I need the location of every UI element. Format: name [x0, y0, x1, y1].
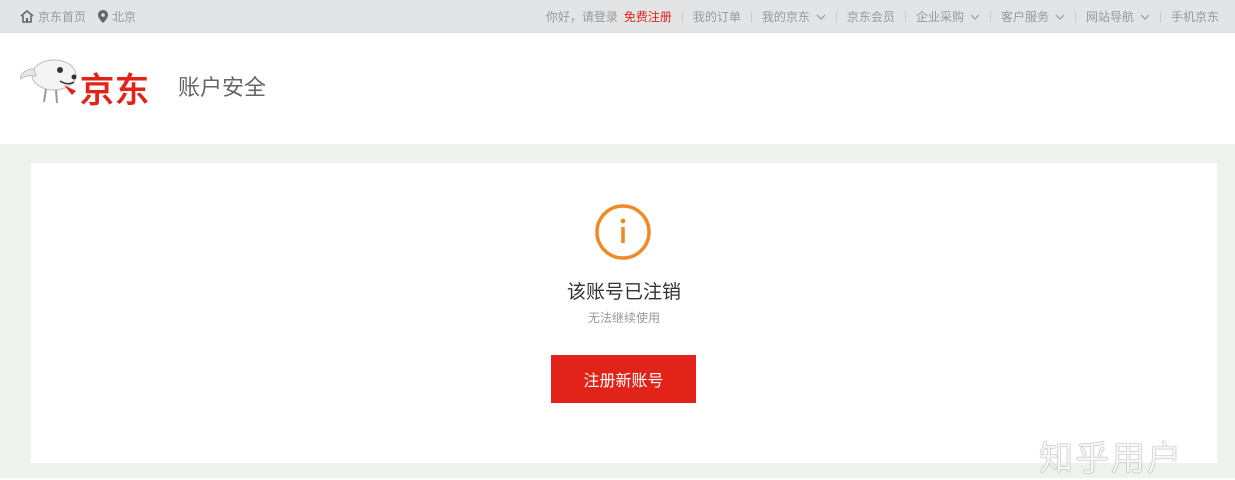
nav-jd-member[interactable]: 京东会员 [847, 8, 895, 25]
topbar-right: 你好，请登录 免费注册 我的订单 我的京东 京东会员 企业采购 客户服务 网站导… [546, 0, 1219, 33]
nav-my-jd-label: 我的京东 [761, 10, 810, 24]
chevron-down-icon [970, 14, 980, 20]
divider [989, 10, 991, 23]
register-link[interactable]: 免费注册 [624, 8, 672, 25]
nav-site-map[interactable]: 网站导航 [1086, 8, 1150, 25]
page-header: 京东 账户安全 [0, 33, 1235, 144]
info-icon [595, 204, 651, 260]
nav-my-jd[interactable]: 我的京东 [762, 8, 826, 25]
nav-my-orders-label: 我的订单 [692, 10, 741, 24]
message-card: 该账号已注销 无法继续使用 注册新账号 知乎用户 [31, 163, 1217, 479]
divider [904, 10, 906, 23]
nav-enterprise[interactable]: 企业采购 [916, 8, 980, 25]
divider [681, 10, 683, 23]
chevron-down-icon [816, 14, 826, 20]
nav-customer-service-label: 客户服务 [1000, 10, 1049, 24]
divider [750, 10, 752, 23]
nav-my-orders[interactable]: 我的订单 [693, 8, 741, 25]
home-link-label: 京东首页 [38, 10, 87, 24]
nav-site-map-label: 网站导航 [1085, 10, 1134, 24]
watermark: 知乎用户 [1039, 439, 1183, 479]
nav-customer-service[interactable]: 客户服务 [1001, 8, 1065, 25]
main-area: 该账号已注销 无法继续使用 注册新账号 知乎用户 [0, 144, 1235, 479]
location-selector[interactable]: 北京 [98, 8, 136, 25]
message-subtitle: 无法继续使用 [587, 311, 660, 325]
top-navigation-bar: 京东首页 北京 你好，请登录 免费注册 我的订单 我的京东 京东会员 企业采购 [0, 0, 1235, 33]
location-label: 北京 [112, 10, 137, 24]
location-pin-icon [98, 10, 109, 23]
message-title: 该账号已注销 [566, 281, 681, 303]
home-link[interactable]: 京东首页 [20, 8, 86, 25]
jd-mascot-logo[interactable] [20, 55, 82, 105]
chevron-down-icon [1055, 14, 1065, 20]
nav-jd-member-label: 京东会员 [846, 10, 895, 24]
login-link[interactable]: 你好，请登录 [546, 8, 618, 25]
topbar-left: 京东首页 北京 [20, 0, 148, 33]
register-new-account-button[interactable]: 注册新账号 [551, 355, 696, 403]
chevron-down-icon [1140, 14, 1150, 20]
divider [1074, 10, 1076, 23]
home-icon [20, 10, 34, 23]
nav-mobile-jd-label: 手机京东 [1170, 10, 1219, 24]
page-title: 账户安全 [178, 76, 267, 101]
divider [835, 10, 837, 23]
nav-mobile-jd[interactable]: 手机京东 [1171, 8, 1219, 25]
divider [1159, 10, 1161, 23]
jd-logo-text[interactable]: 京东 [80, 63, 150, 112]
nav-enterprise-label: 企业采购 [915, 10, 964, 24]
